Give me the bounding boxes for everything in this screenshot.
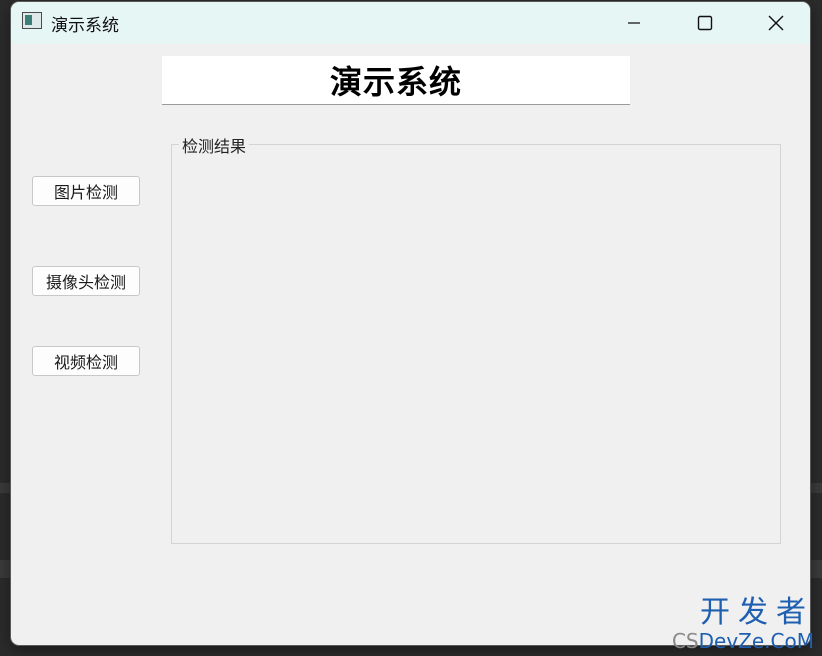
detection-result-label: 检测结果 xyxy=(179,133,250,157)
app-window-icon xyxy=(22,12,42,29)
image-detect-button[interactable]: 图片检测 xyxy=(32,176,140,206)
page-title: 演示系统 xyxy=(329,63,462,101)
minimize-icon xyxy=(628,22,640,24)
maximize-icon xyxy=(697,15,713,31)
window-title: 演示系统 xyxy=(51,16,119,36)
app-window: 演示系统 演示系统 图片检测 摄像头检测 视频检测 检测结果 xyxy=(11,2,810,645)
minimize-button[interactable] xyxy=(599,2,669,44)
detection-result-panel xyxy=(171,144,781,544)
close-icon xyxy=(768,15,784,31)
heading-banner: 演示系统 xyxy=(162,56,630,105)
close-button[interactable] xyxy=(741,2,810,44)
maximize-button[interactable] xyxy=(670,2,740,44)
title-bar[interactable]: 演示系统 xyxy=(11,2,810,44)
video-detect-button[interactable]: 视频检测 xyxy=(32,346,140,376)
camera-detect-button[interactable]: 摄像头检测 xyxy=(32,266,140,296)
